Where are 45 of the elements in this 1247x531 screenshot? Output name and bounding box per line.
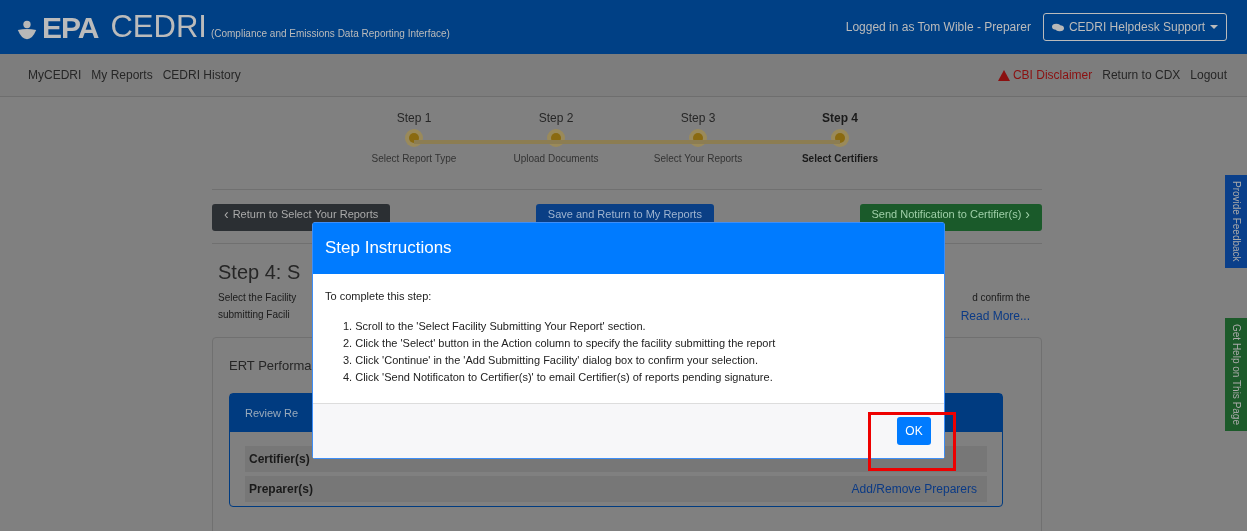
- app-name: CEDRI: [110, 9, 207, 45]
- instruction-item: 2. Click the 'Select' button in the Action column to specify the facility submitting the report: [343, 337, 777, 349]
- epa-logo-icon: [16, 19, 38, 41]
- step-caption: Select Report Type: [371, 153, 457, 164]
- nav-link[interactable]: Return to CDX: [1102, 68, 1181, 82]
- nav-link[interactable]: MyCEDRI: [28, 68, 82, 82]
- step-title: Step 4: [822, 111, 858, 125]
- step-dot: [409, 133, 419, 143]
- intro-text: submitting Facili: [218, 309, 291, 320]
- app-subtitle: (Compliance and Emissions Data Reporting Interface): [210, 28, 450, 39]
- instruction-item: 4. Click 'Send Notificaton to Certifier(s)' to email Certifier(s) of reports pending signature.: [343, 371, 774, 383]
- step-caption: Select Certifiers: [801, 153, 879, 164]
- nav-link[interactable]: Logout: [1190, 68, 1227, 82]
- row-link[interactable]: Add/Remove Preparers: [851, 482, 983, 496]
- ok-button[interactable]: OK: [897, 417, 931, 445]
- side-tab[interactable]: Get Help on This Page: [1225, 317, 1247, 431]
- intro-text: Select the Facility: [218, 292, 297, 303]
- caret-icon: [1210, 25, 1218, 29]
- step-title: Step 1: [396, 111, 432, 125]
- helpdesk-dropdown[interactable]: CEDRI Helpdesk Support: [1042, 13, 1227, 41]
- nav-link[interactable]: My Reports: [91, 68, 153, 82]
- step-dot: [693, 133, 703, 143]
- read-more-link[interactable]: Read More...: [960, 309, 1030, 323]
- logo-text: EPA: [42, 11, 99, 45]
- step-dot: [551, 133, 561, 143]
- dialog-title: Step Instructions: [325, 238, 452, 257]
- chat-icon: [1051, 22, 1064, 32]
- step-dot: [835, 133, 845, 143]
- step-caption: Select Your Reports: [653, 153, 743, 164]
- user-status: Logged in as Tom Wible - Preparer: [845, 20, 1031, 34]
- dialog-lead: To complete this step:: [325, 290, 433, 302]
- step-title: Step 3: [680, 111, 716, 125]
- row-label: Preparer(s): [249, 482, 314, 496]
- card-title: ERT Performa: [229, 358, 312, 373]
- row-label: Certifier(s): [249, 452, 310, 466]
- intro-text: d confirm the: [972, 292, 1030, 303]
- disclaimer-link[interactable]: CBI Disclaimer: [997, 68, 1093, 82]
- instruction-item: 1. Scroll to the 'Select Facility Submitting Your Report' section.: [343, 320, 647, 332]
- step-caption: Upload Documents: [513, 153, 599, 164]
- side-tab[interactable]: Provide Feedback: [1225, 175, 1247, 268]
- instruction-item: 3. Click 'Continue' in the 'Add Submitting Facility' dialog box to confirm your selection.: [343, 354, 759, 366]
- page-heading: Step 4: S: [218, 260, 302, 284]
- step-title: Step 2: [538, 111, 574, 125]
- warning-icon: [997, 69, 1010, 81]
- nav-link[interactable]: CEDRI History: [162, 68, 241, 82]
